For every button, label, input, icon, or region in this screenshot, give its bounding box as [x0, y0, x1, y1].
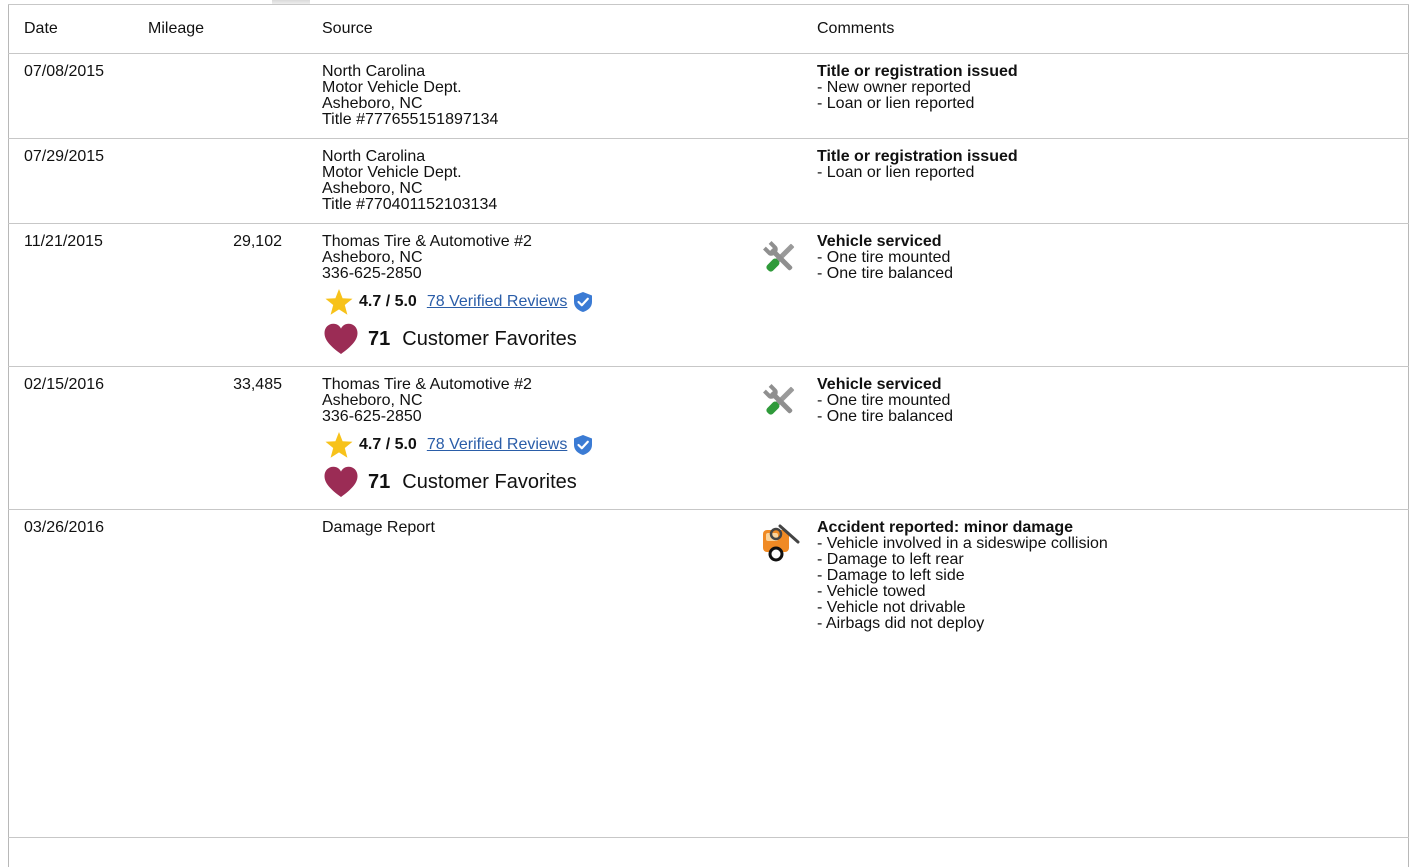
row-comments: Vehicle serviced - One tire mounted - One … — [817, 223, 1409, 367]
comment-line: - New owner reported — [817, 79, 971, 96]
comment-line: - Vehicle not drivable — [817, 599, 966, 616]
row-event-icon-cell — [752, 223, 817, 367]
row-event-icon-cell — [752, 138, 817, 224]
row-comments: Vehicle serviced - One tire mounted - One … — [817, 366, 1409, 510]
verified-reviews-link[interactable]: 78 Verified Reviews — [427, 294, 568, 310]
row-source: Thomas Tire & Automotive #2 Asheboro, NC 3… — [306, 223, 752, 367]
row-comments: Accident reported: minor damage - Vehicle… — [817, 509, 1409, 838]
source-line: Motor Vehicle Dept. — [322, 164, 462, 181]
comment-title: Vehicle serviced — [817, 376, 942, 393]
favorites-count: 71 — [368, 471, 391, 493]
table-row: 07/08/2015 North Carolina Motor Vehicle De… — [8, 53, 1409, 139]
row-event-icon-cell — [752, 509, 817, 838]
accident-car-icon — [763, 524, 800, 562]
table-row: 07/29/2015 North Carolina Motor Vehicle De… — [8, 138, 1409, 224]
comment-line: - Vehicle towed — [817, 583, 926, 600]
favorites-label: Customer Favorites — [402, 471, 577, 493]
shop-rating: 4.7 / 5.0 78 Verified Reviews — [322, 288, 752, 316]
vehicle-history-table: Date Mileage Source Comments 07/08/2015 N… — [8, 4, 1409, 838]
wrench-screwdriver-icon — [763, 241, 795, 272]
header-source: Source — [306, 4, 752, 54]
header-comments: Comments — [817, 4, 1409, 54]
shop-rating: 4.7 / 5.0 78 Verified Reviews — [322, 431, 752, 459]
comment-line: - Vehicle involved in a sideswipe collis… — [817, 535, 1108, 552]
wrench-screwdriver-icon — [763, 384, 795, 415]
header-icon-spacer — [752, 4, 817, 54]
comment-line: - Damage to left rear — [817, 551, 964, 568]
header-mileage: Mileage — [144, 4, 306, 54]
source-line: Asheboro, NC — [322, 392, 423, 409]
table-row: 11/21/2015 29,102 Thomas Tire & Automotive… — [8, 223, 1409, 367]
row-date: 03/26/2016 — [8, 509, 144, 838]
source-line: 336-625-2850 — [322, 265, 422, 282]
row-date: 07/29/2015 — [8, 138, 144, 224]
row-mileage: 33,485 — [144, 366, 306, 510]
rating-value: 4.7 / 5.0 — [359, 293, 417, 310]
heart-icon — [324, 466, 358, 497]
header-date: Date — [8, 4, 144, 54]
source-line: Asheboro, NC — [322, 180, 423, 197]
customer-favorites: 71 Customer Favorites — [322, 465, 752, 499]
star-icon — [325, 432, 353, 458]
table-row: 03/26/2016 Damage Report Accident reported… — [8, 509, 1409, 838]
source-line: Motor Vehicle Dept. — [322, 79, 462, 96]
row-date: 02/15/2016 — [8, 366, 144, 510]
favorites-label: Customer Favorites — [402, 328, 577, 350]
source-line: North Carolina — [322, 63, 426, 80]
source-line: 336-625-2850 — [322, 408, 422, 425]
row-mileage — [144, 138, 306, 224]
comment-title: Title or registration issued — [817, 63, 1018, 80]
comment-title: Title or registration issued — [817, 148, 1018, 165]
verified-reviews-link[interactable]: 78 Verified Reviews — [427, 437, 568, 453]
source-line: Asheboro, NC — [322, 249, 423, 266]
row-source: North Carolina Motor Vehicle Dept. Ashebor… — [306, 138, 752, 224]
customer-favorites: 71 Customer Favorites — [322, 322, 752, 356]
comment-line: - One tire balanced — [817, 265, 954, 282]
row-source: Damage Report — [306, 509, 752, 838]
comment-line: - One tire balanced — [817, 408, 954, 425]
source-line: Thomas Tire & Automotive #2 — [322, 376, 532, 393]
row-mileage — [144, 509, 306, 838]
comment-title: Vehicle serviced — [817, 233, 942, 250]
comment-line: - Loan or lien reported — [817, 95, 975, 112]
row-date: 07/08/2015 — [8, 53, 144, 139]
row-comments: Title or registration issued - New owner … — [817, 53, 1409, 139]
table-header-row: Date Mileage Source Comments — [8, 4, 1409, 54]
heart-icon — [324, 323, 358, 354]
comment-title: Accident reported: minor damage — [817, 519, 1074, 536]
comment-line: - One tire mounted — [817, 392, 951, 409]
verified-shield-icon — [574, 435, 593, 455]
row-event-icon-cell — [752, 53, 817, 139]
row-source: Thomas Tire & Automotive #2 Asheboro, NC 3… — [306, 366, 752, 510]
source-line: Title #777655151897134 — [322, 111, 499, 128]
comment-line: - Airbags did not deploy — [817, 615, 985, 632]
comment-line: - Loan or lien reported — [817, 164, 975, 181]
row-source: North Carolina Motor Vehicle Dept. Ashebor… — [306, 53, 752, 139]
verified-shield-icon — [574, 292, 593, 312]
row-event-icon-cell — [752, 366, 817, 510]
rating-value: 4.7 / 5.0 — [359, 436, 417, 453]
row-comments: Title or registration issued - Loan or li… — [817, 138, 1409, 224]
source-line: Damage Report — [322, 519, 435, 536]
source-line: North Carolina — [322, 148, 426, 165]
row-mileage: 29,102 — [144, 223, 306, 367]
table-row: 02/15/2016 33,485 Thomas Tire & Automotive… — [8, 366, 1409, 510]
source-line: Title #770401152103134 — [322, 196, 498, 213]
star-icon — [325, 289, 353, 315]
comment-line: - Damage to left side — [817, 567, 965, 584]
source-line: Thomas Tire & Automotive #2 — [322, 233, 532, 250]
source-line: Asheboro, NC — [322, 95, 423, 112]
comment-line: - One tire mounted — [817, 249, 951, 266]
row-date: 11/21/2015 — [8, 223, 144, 367]
favorites-count: 71 — [368, 328, 391, 350]
row-mileage — [144, 53, 306, 139]
